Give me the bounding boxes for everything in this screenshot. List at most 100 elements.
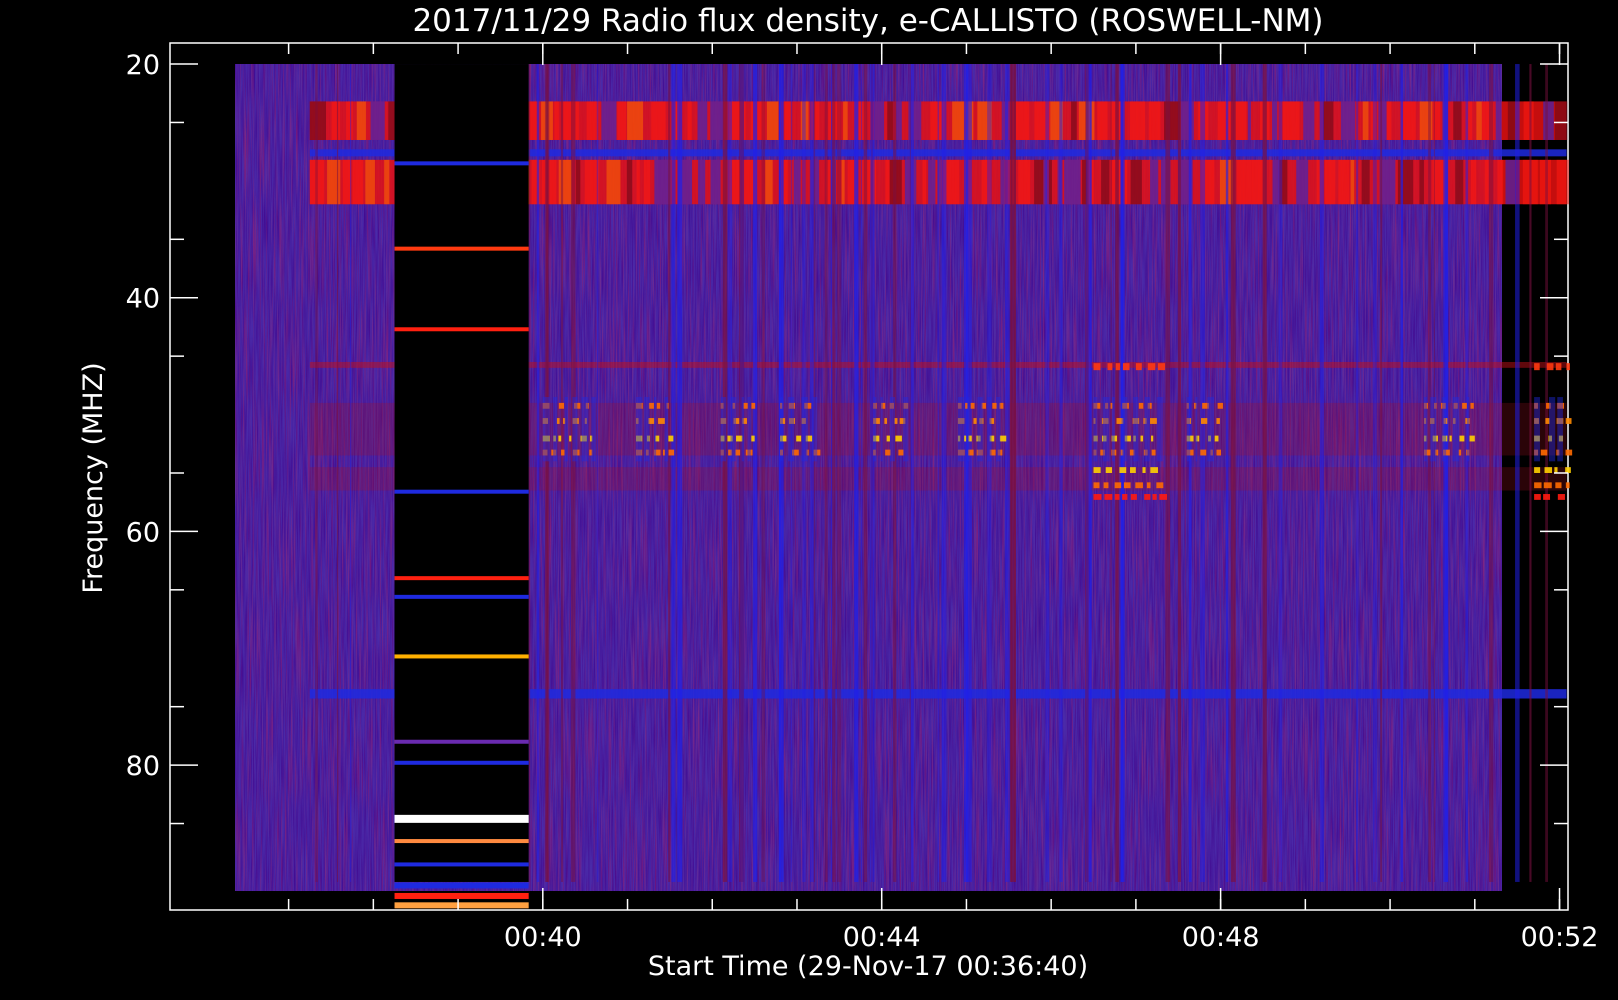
gap-line-2 bbox=[394, 327, 529, 332]
band-texture-1-75 bbox=[1361, 159, 1370, 205]
burst-mark-175 bbox=[1122, 494, 1128, 500]
x-tick-label-1: 00:44 bbox=[843, 922, 921, 953]
band-texture-1-5 bbox=[384, 159, 390, 205]
band-texture-0-16 bbox=[554, 101, 559, 140]
vertical-stripe-87 bbox=[1014, 64, 1016, 882]
burst-mark-55 bbox=[736, 435, 743, 442]
band-texture-1-59 bbox=[1111, 159, 1128, 205]
burst-mark-174 bbox=[1114, 494, 1120, 500]
burst-mark-209 bbox=[1462, 402, 1467, 409]
burst-mark-64 bbox=[747, 397, 751, 462]
vertical-stripe-35 bbox=[937, 64, 940, 882]
y-tick-label-0: 20 bbox=[126, 50, 160, 81]
band-texture-0-18 bbox=[586, 101, 599, 140]
vertical-stripe-85 bbox=[1433, 64, 1435, 882]
burst-mark-152 bbox=[1093, 397, 1098, 462]
band-texture-0-1 bbox=[331, 101, 340, 140]
burst-mark-182 bbox=[1115, 363, 1120, 371]
band-texture-1-20 bbox=[606, 159, 621, 205]
band-texture-1-48 bbox=[1000, 159, 1005, 205]
gap-line-8 bbox=[394, 760, 529, 765]
burst-mark-27 bbox=[648, 402, 654, 409]
burst-mark-202 bbox=[1186, 397, 1191, 462]
vertical-stripe-49 bbox=[1188, 64, 1192, 882]
burst-mark-228 bbox=[1430, 397, 1437, 462]
burst-mark-102 bbox=[970, 402, 975, 409]
vertical-stripe-7 bbox=[968, 64, 972, 882]
burst-mark-160 bbox=[1105, 467, 1113, 473]
vertical-stripe-86 bbox=[893, 64, 897, 882]
band-texture-0-65 bbox=[1340, 101, 1356, 140]
burst-mark-177 bbox=[1144, 494, 1151, 500]
y-axis-label: Frequency (MHZ) bbox=[78, 362, 109, 593]
band-texture-0-61 bbox=[1272, 101, 1278, 140]
burst-mark-154 bbox=[1111, 397, 1115, 462]
vertical-stripe-23 bbox=[863, 64, 868, 882]
burst-mark-204 bbox=[1207, 397, 1215, 462]
burst-mark-111 bbox=[964, 435, 967, 442]
gap-line-5 bbox=[394, 594, 529, 599]
band-texture-0-68 bbox=[1378, 101, 1387, 140]
band-texture-0-20 bbox=[617, 101, 627, 140]
band-texture-0-82 bbox=[1554, 101, 1568, 140]
burst-mark-155 bbox=[1121, 397, 1128, 462]
band-texture-0-21 bbox=[627, 101, 644, 140]
band-texture-1-3 bbox=[352, 159, 364, 205]
burst-mark-123 bbox=[977, 397, 983, 462]
burst-mark-190 bbox=[1217, 402, 1223, 409]
band-texture-1-51 bbox=[1034, 159, 1044, 205]
vertical-stripe-53 bbox=[1529, 64, 1532, 882]
burst-mark-193 bbox=[1216, 418, 1220, 424]
burst-mark-179 bbox=[1159, 494, 1168, 500]
gap-line-12 bbox=[394, 882, 529, 889]
burst-mark-36 bbox=[668, 435, 674, 442]
burst-mark-28 bbox=[656, 402, 661, 409]
band-texture-1-58 bbox=[1101, 159, 1110, 205]
band-texture-1-39 bbox=[885, 159, 890, 205]
burst-mark-249 bbox=[1534, 467, 1541, 473]
burst-mark-87 bbox=[884, 418, 888, 424]
band-texture-1-23 bbox=[643, 159, 651, 205]
burst-mark-203 bbox=[1195, 397, 1198, 462]
band-texture-1-2 bbox=[342, 159, 351, 205]
burst-mark-121 bbox=[957, 397, 965, 462]
gap-line-4 bbox=[394, 576, 529, 581]
burst-mark-156 bbox=[1133, 397, 1139, 462]
burst-mark-246 bbox=[1534, 397, 1540, 462]
burst-mark-231 bbox=[1466, 397, 1470, 462]
band-texture-0-80 bbox=[1523, 101, 1534, 140]
burst-mark-80 bbox=[801, 397, 808, 462]
band-texture-1-87 bbox=[1556, 159, 1569, 205]
burst-mark-32 bbox=[658, 418, 665, 424]
burst-mark-62 bbox=[730, 397, 737, 462]
burst-mark-252 bbox=[1565, 467, 1571, 473]
vertical-stripe-70 bbox=[739, 64, 744, 882]
band-texture-1-73 bbox=[1338, 159, 1350, 205]
band-texture-1-84 bbox=[1505, 159, 1516, 205]
vertical-stripe-16 bbox=[809, 64, 815, 882]
gap-line-7 bbox=[394, 739, 529, 744]
band-texture-0-4 bbox=[370, 101, 385, 140]
burst-mark-81 bbox=[812, 397, 818, 462]
vertical-stripe-47 bbox=[677, 64, 683, 882]
burst-mark-219 bbox=[1449, 435, 1452, 442]
burst-mark-263 bbox=[1566, 363, 1570, 371]
band-texture-1-27 bbox=[710, 159, 721, 205]
burst-mark-199 bbox=[1200, 449, 1207, 456]
burst-mark-170 bbox=[1146, 482, 1151, 489]
vertical-stripe-56 bbox=[1225, 64, 1229, 882]
burst-mark-95 bbox=[898, 449, 904, 456]
vertical-stripe-73 bbox=[1319, 64, 1324, 882]
vertical-stripe-65 bbox=[596, 64, 599, 882]
burst-mark-176 bbox=[1130, 494, 1137, 500]
vertical-stripe-41 bbox=[528, 64, 531, 882]
vertical-stripe-60 bbox=[1443, 64, 1449, 882]
vertical-stripe-20 bbox=[1008, 64, 1010, 882]
burst-mark-183 bbox=[1122, 363, 1130, 371]
band-texture-0-69 bbox=[1386, 101, 1392, 140]
vertical-stripe-46 bbox=[802, 64, 806, 882]
burst-mark-99 bbox=[903, 397, 909, 462]
band-texture-1-26 bbox=[698, 159, 706, 205]
burst-mark-260 bbox=[1534, 363, 1540, 371]
burst-mark-197 bbox=[1214, 435, 1219, 442]
